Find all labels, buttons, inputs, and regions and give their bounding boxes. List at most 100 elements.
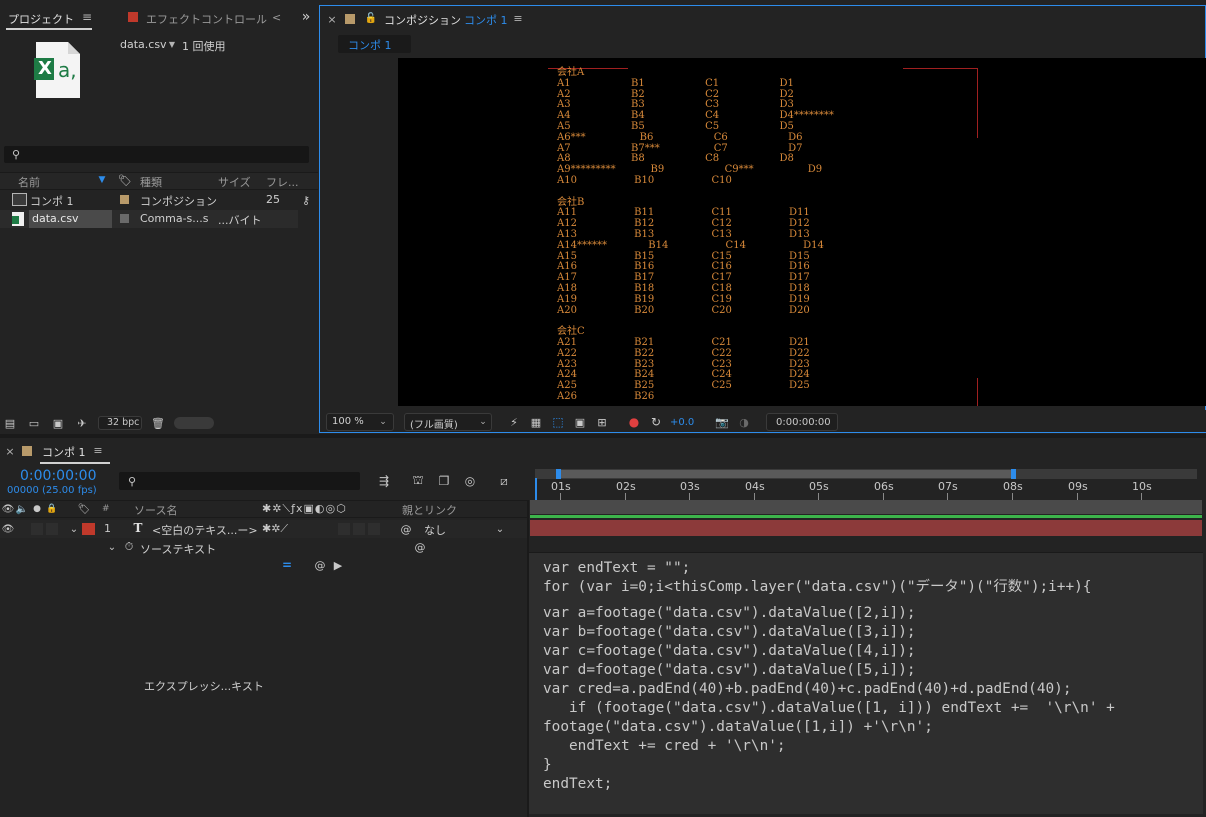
layer-solo-box[interactable] <box>31 523 43 535</box>
snapshot-icon[interactable]: 📷 <box>714 415 730 429</box>
trash-icon[interactable]: 🗑 <box>150 416 166 430</box>
transparency-grid-icon[interactable]: ▦ <box>528 415 544 429</box>
solo-icon[interactable]: ● <box>31 502 43 516</box>
layer-lock-box[interactable] <box>46 523 58 535</box>
timeline-search-input[interactable] <box>119 472 360 490</box>
code-line: var a=footage("data.csv").dataValue([2,i… <box>543 605 916 621</box>
title-safe-vertical <box>977 68 978 138</box>
col-source-name[interactable]: ソース名 <box>134 502 177 518</box>
col-name[interactable]: 名前 <box>18 174 40 190</box>
layer-lock-icon[interactable]: 🔒 <box>46 502 58 516</box>
tab-effects[interactable]: エフェクトコントロール <box>146 11 267 27</box>
interpret-footage-icon[interactable]: ▤ <box>2 416 18 430</box>
work-area-start-handle[interactable] <box>556 469 561 479</box>
comp-tab-name[interactable]: コンポ 1 <box>464 12 508 28</box>
expression-language-icon[interactable]: ▶ <box>332 558 344 572</box>
switches-header: ✱✲⟍ƒx▣◐◎⬡ <box>262 502 347 515</box>
search-icon: ⚲ <box>11 147 21 161</box>
col-type[interactable]: 種類 <box>140 174 162 190</box>
time-tick-mark <box>560 493 561 500</box>
title-safe-vertical-bottom <box>977 378 978 406</box>
property-pickwhip-icon[interactable]: @ <box>414 540 426 554</box>
project-item-comp[interactable]: コンポ 1 コンポジション 25 <box>0 191 298 209</box>
current-time-indicator[interactable] <box>535 478 537 500</box>
comp-viewer[interactable]: 会社A A1 B1 C1 D1 A2 B2 C2 D2 A3 B3 C3 D3 A4 <box>398 58 1206 406</box>
time-tick-label: 05s <box>809 480 829 493</box>
new-folder-icon[interactable]: ▭ <box>26 416 42 430</box>
timeline-tab-label[interactable]: コンポ 1 <box>42 444 86 460</box>
col-frame[interactable]: フレ... <box>266 174 299 190</box>
draft-3d-icon[interactable]: ⛫ <box>410 473 426 489</box>
layer-name[interactable]: <空白のテキス...ー> <box>152 522 258 538</box>
layer-row[interactable]: 👁 ⌄ 1 T <空白のテキス...ー> ✱✲⟋ @ なし ⌄ <box>0 520 528 538</box>
property-chevron-icon[interactable]: ⌄ <box>106 540 118 554</box>
col-parent[interactable]: 親とリンク <box>402 502 457 518</box>
lock-icon[interactable]: 🔓 <box>365 12 377 24</box>
flowchart-icon[interactable]: ⚷ <box>299 193 313 207</box>
code-line: } <box>543 757 552 773</box>
current-timecode[interactable]: 0:00:00:00 <box>20 468 97 484</box>
time-tick-label: 08s <box>1003 480 1023 493</box>
layer-visibility-icon[interactable]: 👁 <box>2 522 15 536</box>
quality-value: (フル画質) <box>410 420 458 431</box>
eye-icon[interactable]: 👁 <box>2 502 15 516</box>
audio-icon[interactable]: 🔈 <box>16 502 28 516</box>
expression-graph-icon[interactable]: @ <box>314 558 326 572</box>
layer-switches[interactable]: ✱✲⟋ <box>262 522 288 536</box>
comp-flowchart-icon[interactable]: ⇶ <box>376 473 392 489</box>
label-tag-icon[interactable]: 🏷 <box>118 174 132 187</box>
tab-project[interactable]: プロジェクト <box>8 11 74 27</box>
timeline-menu-icon[interactable]: ≡ <box>92 444 104 457</box>
col-size[interactable]: サイズ <box>218 174 251 190</box>
timeline-divider[interactable] <box>527 500 529 817</box>
new-comp-icon[interactable]: ▣ <box>50 416 66 430</box>
shy-layers-icon[interactable]: ❐ <box>436 473 452 489</box>
layer-label-icon[interactable]: 🏷 <box>78 502 91 516</box>
project-item-csv[interactable]: data.csv Comma-s...s ...バイト <box>0 210 298 228</box>
show-snapshot-icon[interactable]: ◑ <box>736 415 752 429</box>
frame-blending-icon[interactable]: ◎ <box>462 473 478 489</box>
comp-menu-icon[interactable]: ≡ <box>512 12 524 25</box>
expand-chevron-icon[interactable]: ⌄ <box>68 522 80 536</box>
exposure-reset-icon[interactable]: ↻ <box>648 415 664 429</box>
layer-switch-box-1[interactable] <box>338 523 350 535</box>
timeline-close-icon[interactable]: × <box>4 445 16 458</box>
code-line: endText; <box>543 776 613 792</box>
parent-select[interactable]: なし <box>424 522 446 538</box>
code-line: var c=footage("data.csv").dataValue([4,i… <box>543 643 916 659</box>
parent-chevron-icon[interactable]: ⌄ <box>494 522 506 536</box>
layer-switch-box-2[interactable] <box>353 523 365 535</box>
menu-icon[interactable]: ≡ <box>80 10 94 24</box>
parent-pickwhip-icon[interactable]: @ <box>400 522 412 536</box>
channel-icon[interactable]: ● <box>626 415 642 429</box>
project-item-name: data.csv <box>32 212 79 225</box>
project-search-input[interactable] <box>4 146 309 163</box>
sort-down-icon[interactable]: ▼ <box>96 174 108 186</box>
property-name: ソーステキスト <box>140 543 217 556</box>
layer-switch-box-3[interactable] <box>368 523 380 535</box>
viewer-text-line: A6*** B6 C6 D6 <box>557 131 803 143</box>
work-area-end-handle[interactable] <box>1011 469 1016 479</box>
time-tick-mark <box>818 493 819 500</box>
exposure-value[interactable]: +0.0 <box>670 417 694 428</box>
fast-preview-icon[interactable]: ⚡ <box>506 415 522 429</box>
double-chevron-icon[interactable]: » <box>298 9 314 25</box>
mask-visibility-icon[interactable]: ⬚ <box>550 415 566 429</box>
region-of-interest-icon[interactable]: ▣ <box>572 415 588 429</box>
dropdown-icon[interactable]: ▼ <box>167 38 177 50</box>
work-area-range[interactable] <box>558 470 1014 478</box>
composition-icon <box>12 193 27 206</box>
guides-icon[interactable]: ⊞ <box>594 415 610 429</box>
close-icon[interactable]: × <box>326 13 338 26</box>
project-scrollbar[interactable] <box>174 417 214 429</box>
comp-tab-label[interactable]: コンポジション <box>384 12 461 28</box>
time-tick-label: 03s <box>680 480 700 493</box>
layer-bar[interactable] <box>530 520 1202 536</box>
expression-enable-icon[interactable]: = <box>280 558 294 572</box>
layer-color-label[interactable] <box>82 523 95 535</box>
render-queue-icon[interactable]: ✈ <box>74 416 90 430</box>
csv-icon-a: a, <box>58 58 77 82</box>
viewer-text-line: A20 B20 C20 D20 <box>557 304 810 316</box>
stopwatch-icon[interactable]: ⏱ <box>122 540 136 554</box>
graph-editor-icon[interactable]: ⧄ <box>496 473 512 489</box>
